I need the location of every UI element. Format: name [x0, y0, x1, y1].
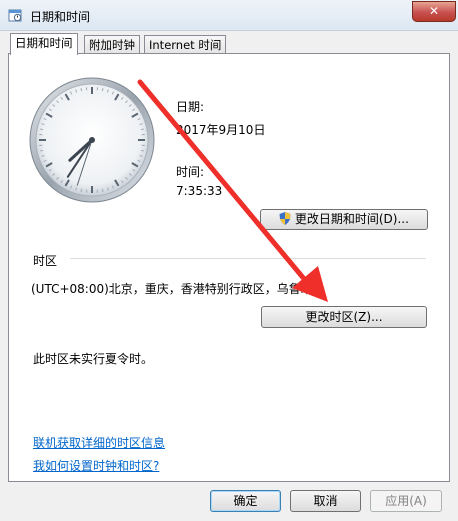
change-date-time-button[interactable]: 更改日期和时间(D)...: [260, 209, 428, 230]
date-time-app-icon: [8, 9, 22, 22]
window-title: 日期和时间: [30, 10, 91, 24]
cancel-button[interactable]: 取消: [290, 490, 361, 512]
how-to-set-clock-link[interactable]: 我如何设置时钟和时区?: [33, 457, 159, 474]
dst-note: 此时区未实行夏令时。: [33, 352, 154, 366]
apply-button[interactable]: 应用(A): [370, 490, 442, 512]
date-label: 日期:: [176, 100, 205, 114]
apply-button-label: 应用(A): [385, 494, 427, 508]
tab-additional-clocks-label: 附加时钟: [89, 38, 135, 52]
clock-minute-tick: [101, 88, 104, 92]
clock-minute-tick: [101, 188, 104, 192]
close-button[interactable]: ✕: [412, 1, 456, 22]
clock-minute-tick: [40, 149, 44, 152]
ok-button[interactable]: 确定: [210, 490, 281, 512]
timezone-value: (UTC+08:00)北京，重庆，香港特别行政区，乌鲁木: [31, 282, 313, 296]
online-timezone-info-link[interactable]: 联机获取详细的时区信息: [33, 434, 165, 451]
timezone-section-label: 时区: [33, 254, 58, 268]
clock-minute-tick: [140, 149, 144, 152]
tab-additional-clocks[interactable]: 附加时钟: [84, 35, 140, 54]
tab-date-time[interactable]: 日期和时间: [10, 33, 78, 55]
cancel-button-label: 取消: [313, 494, 338, 508]
change-date-time-label: 更改日期和时间(D)...: [294, 212, 409, 226]
tab-date-time-label: 日期和时间: [15, 36, 73, 50]
timezone-divider: [70, 258, 426, 259]
tab-internet-time-label: Internet 时间: [149, 38, 222, 52]
clock-minute-tick: [40, 128, 44, 131]
clock-minute-tick: [140, 128, 144, 131]
clock-minute-tick: [80, 88, 83, 92]
uac-shield-icon: [279, 212, 291, 225]
clock-minute-tick: [80, 188, 83, 192]
change-timezone-label: 更改时区(Z)...: [305, 310, 383, 324]
close-icon: ✕: [428, 4, 440, 18]
change-timezone-button[interactable]: 更改时区(Z)...: [261, 306, 427, 328]
time-label: 时间:: [176, 165, 205, 179]
analog-clock: [29, 77, 155, 203]
tab-internet-time[interactable]: Internet 时间: [144, 35, 227, 54]
ok-button-label: 确定: [233, 494, 258, 508]
date-value: 2017年9月10日: [176, 123, 266, 137]
title-bar: 日期和时间 ✕: [0, 0, 458, 31]
time-value: 7:35:33: [176, 184, 223, 198]
